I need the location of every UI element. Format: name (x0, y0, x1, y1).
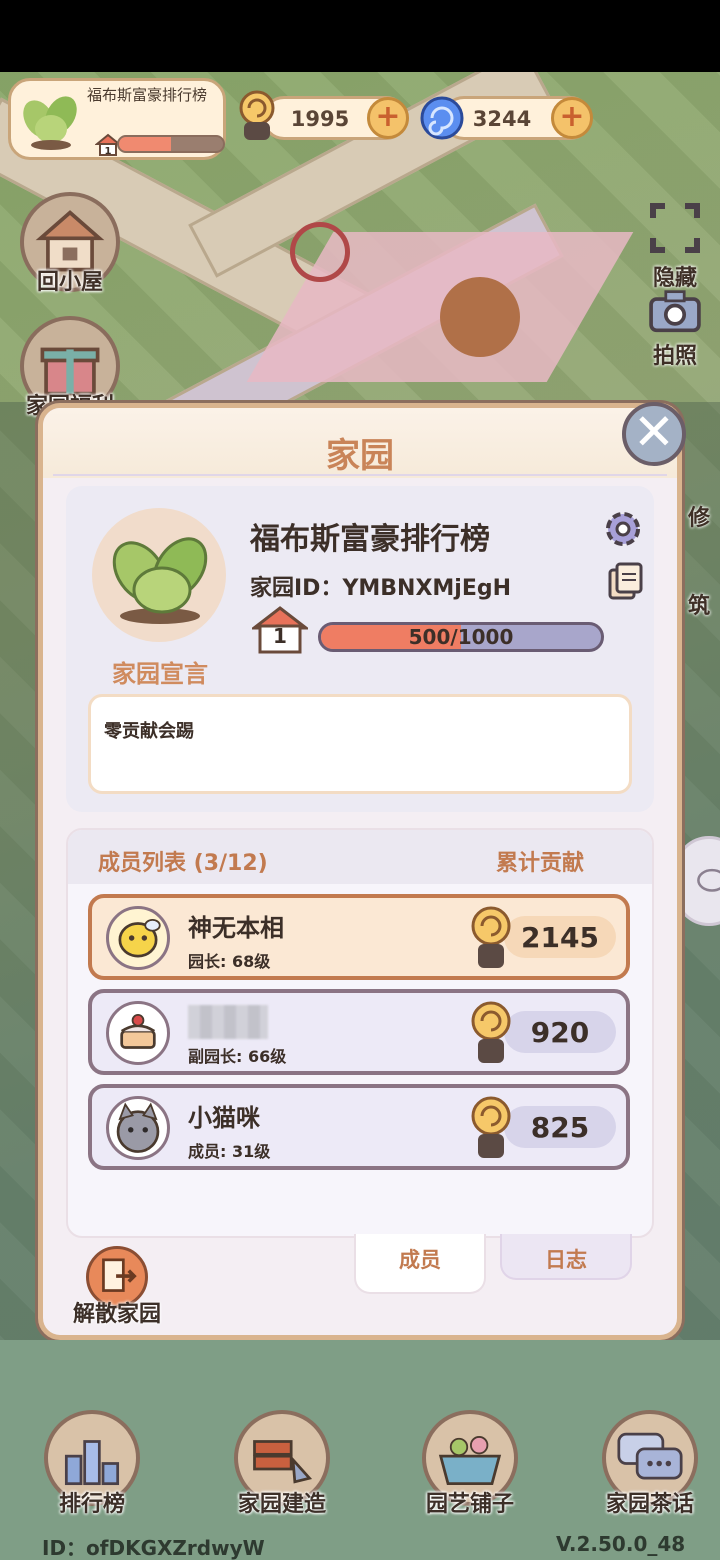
member-row[interactable]: 神无本相 园长: 68级 2145 (88, 894, 630, 980)
header-divider (53, 474, 667, 476)
photo-label: 拍照 (652, 344, 697, 369)
hide-frame-icon (650, 203, 700, 253)
nav-build-button[interactable]: 家园建造 (222, 1410, 342, 1518)
member-row[interactable]: 小猫咪 成员: 31级 825 (88, 1084, 630, 1170)
status-bar (0, 0, 720, 72)
tab-log-label: 日志 (545, 1248, 587, 1272)
member-role: 成员: 31级 (188, 1142, 271, 1161)
nav-chat-label: 家园茶话 (605, 1492, 694, 1517)
cat-statue (440, 277, 520, 357)
mini-level-bar (117, 135, 225, 153)
blurred-member-name (188, 1005, 268, 1039)
members-title: 成员列表 (3/12) (98, 851, 268, 876)
member-avatar (106, 1001, 170, 1065)
panel-title: 家园 (326, 436, 394, 476)
contribution-value: 2145 (521, 921, 599, 954)
member-avatar (106, 1096, 170, 1160)
garden-name: 福布斯富豪排行榜 (250, 522, 490, 557)
camera-icon (649, 290, 701, 333)
manifesto-box[interactable] (88, 694, 632, 794)
app-version: V.2.50.0_48 (556, 1532, 686, 1556)
tab-members[interactable]: 成员 (354, 1234, 486, 1294)
nav-chat-button[interactable]: 家园茶话 (590, 1410, 710, 1518)
swirl-gem-icon (420, 96, 464, 140)
player-id: ID：ofDKGXZrdwyW (42, 1536, 265, 1560)
hide-ui-button[interactable]: 隐藏 (640, 200, 710, 292)
photo-button[interactable]: 拍照 (640, 288, 710, 370)
member-avatar (106, 906, 170, 970)
snail-coin-icon (239, 90, 275, 140)
manifesto-text: 零贡献会踢 (104, 721, 194, 742)
garden-mini-name: 福布斯富豪排行榜 (87, 86, 208, 104)
tab-members-label: 成员 (399, 1248, 441, 1272)
nav-ranking-label: 排行榜 (58, 1492, 125, 1517)
manifesto-label: 家园宣言 (112, 660, 208, 688)
chat-bubble-icon (697, 868, 720, 892)
add-swirl-gem-button[interactable]: + (551, 97, 593, 139)
nav-build-label: 家园建造 (237, 1492, 326, 1517)
member-role: 副园长: 66级 (188, 1047, 287, 1066)
member-name: 神无本相 (188, 914, 284, 942)
garden-mini-card[interactable]: 福布斯富豪排行榜 1 (8, 78, 226, 160)
plant-icon (112, 537, 208, 624)
contribution-title: 累计贡献 (496, 851, 585, 876)
mini-level-bar-fill (119, 137, 171, 151)
exp-text: 500/1000 (408, 625, 514, 649)
member-row[interactable]: 副园长: 66级 920 (88, 989, 630, 1075)
ferris-wheel (290, 222, 350, 282)
gear-icon[interactable] (602, 508, 644, 550)
member-role: 园长: 68级 (188, 952, 271, 971)
cake-icon (120, 1013, 156, 1049)
nav-ranking-button[interactable]: 排行榜 (32, 1410, 152, 1518)
nav-shop-button[interactable]: 园艺铺子 (410, 1410, 530, 1518)
tab-log[interactable]: 日志 (500, 1234, 632, 1280)
add-snail-coin-button[interactable]: + (367, 97, 409, 139)
back-home-label: 回小屋 (36, 270, 103, 295)
snail-coin-counter: 1995 + (262, 96, 409, 140)
contribution-value: 920 (530, 1016, 590, 1049)
nav-shop-label: 园艺铺子 (425, 1492, 514, 1517)
back-home-button[interactable]: 回小屋 (20, 192, 120, 296)
garden-level: 1 (273, 624, 287, 648)
member-name: 小猫咪 (188, 1104, 260, 1132)
garden-id: 家园ID：YMBNXMjEgH (250, 576, 512, 601)
contribution-value: 825 (530, 1111, 590, 1144)
dissolve-garden-button[interactable]: 解散家园 (62, 1246, 172, 1328)
cat-icon (116, 1102, 160, 1153)
bee-icon (118, 918, 161, 958)
dissolve-garden-label: 解散家园 (72, 1302, 161, 1327)
leaf-icon (23, 96, 77, 150)
mini-level-number: 1 (105, 146, 112, 157)
close-button[interactable]: ✕ (622, 402, 686, 466)
copy-icon[interactable] (606, 562, 644, 602)
